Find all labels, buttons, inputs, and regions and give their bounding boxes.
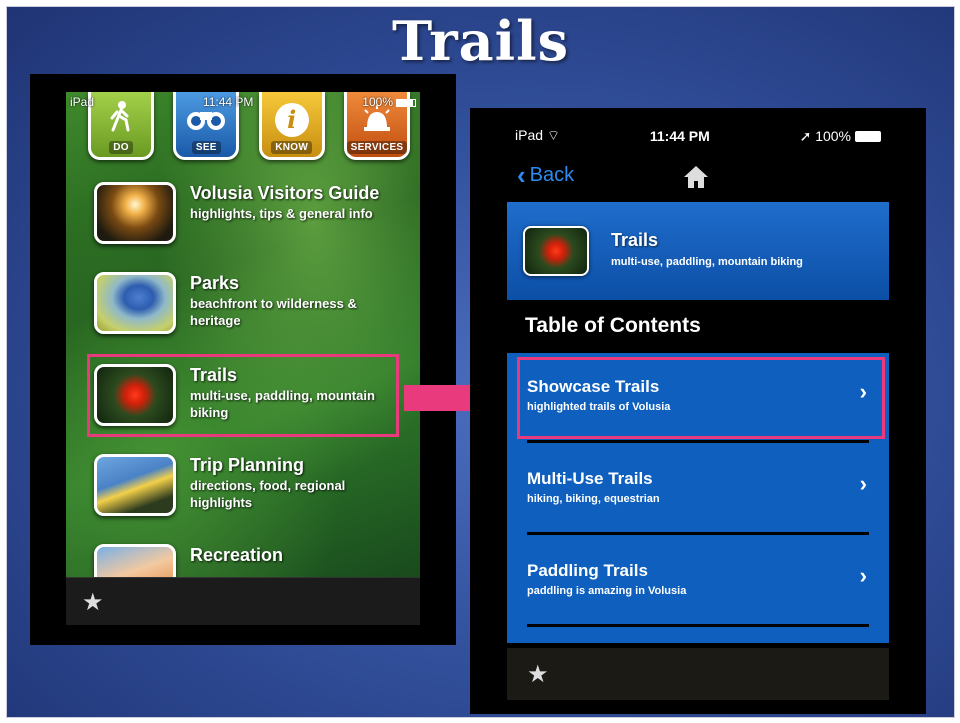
trails-highlight-box bbox=[87, 354, 399, 437]
back-label: Back bbox=[529, 163, 575, 186]
bottom-toolbar: ★ bbox=[66, 577, 420, 625]
favorites-star-icon[interactable]: ★ bbox=[527, 660, 549, 688]
services-label: SERVICES bbox=[346, 141, 408, 154]
showcase-highlight-box bbox=[517, 357, 885, 439]
section-title: Table of Contents bbox=[525, 314, 701, 337]
divider bbox=[527, 440, 869, 443]
left-device-frame: iPad 11:44 PM 100% DO SEE i KNOW SERVICE… bbox=[30, 74, 456, 645]
menu-item-trip-planning[interactable]: Trip Planning directions, food, regional… bbox=[94, 454, 414, 532]
visitors-guide-thumbnail bbox=[94, 182, 176, 244]
right-device-frame: iPad ⌔ 11:44 PM ➚ 100% ‹ Back Trails mul… bbox=[470, 108, 926, 714]
trails-header: Trails multi-use, paddling, mountain bik… bbox=[507, 202, 889, 300]
toc-item-paddling-trails[interactable]: Paddling Trails paddling is amazing in V… bbox=[507, 537, 889, 627]
menu-item-title: Trip Planning bbox=[190, 455, 305, 475]
menu-item-subtitle: beachfront to wilderness & heritage bbox=[190, 296, 357, 328]
battery-status: ➚ 100% bbox=[800, 128, 881, 145]
status-time: 11:44 PM bbox=[202, 95, 254, 109]
menu-item-subtitle: directions, food, regional highlights bbox=[190, 478, 346, 510]
binoculars-icon bbox=[186, 106, 226, 137]
status-bar: iPad 11:44 PM 100% bbox=[70, 94, 416, 110]
header-subtitle: multi-use, paddling, mountain biking bbox=[611, 256, 803, 268]
menu-item-parks[interactable]: Parks beachfront to wilderness & heritag… bbox=[94, 272, 414, 350]
home-icon[interactable] bbox=[683, 164, 709, 190]
wifi-icon: ⌔ bbox=[546, 127, 561, 143]
menu-item-title: Volusia Visitors Guide bbox=[190, 183, 380, 203]
slide-title: Trails bbox=[391, 9, 570, 73]
toc-item-multi-use-trails[interactable]: Multi-Use Trails hiking, biking, equestr… bbox=[507, 445, 889, 535]
favorites-star-icon[interactable]: ★ bbox=[82, 588, 104, 616]
menu-item-visitors-guide[interactable]: Volusia Visitors Guide highlights, tips … bbox=[94, 182, 414, 260]
toc-list: Showcase Trails highlighted trails of Vo… bbox=[507, 353, 889, 643]
carrier-label: iPad bbox=[70, 95, 95, 109]
bottom-toolbar: ★ bbox=[507, 648, 889, 700]
parks-thumbnail bbox=[94, 272, 176, 334]
chevron-right-icon: › bbox=[859, 471, 867, 496]
status-time: 11:44 PM bbox=[649, 128, 710, 144]
carrier-label: iPad ⌔ bbox=[515, 127, 561, 143]
know-label: KNOW bbox=[271, 141, 313, 154]
toc-item-subtitle: hiking, biking, equestrian bbox=[527, 493, 660, 505]
trip-planning-thumbnail bbox=[94, 454, 176, 516]
back-button[interactable]: ‹ Back bbox=[517, 162, 574, 188]
status-bar: iPad ⌔ 11:44 PM ➚ 100% bbox=[515, 126, 881, 146]
chevron-right-icon: › bbox=[859, 563, 867, 588]
toc-item-title: Paddling Trails bbox=[527, 561, 648, 580]
battery-status: 100% bbox=[362, 95, 416, 109]
see-label: SEE bbox=[191, 141, 221, 154]
chevron-left-icon: ‹ bbox=[517, 160, 526, 190]
divider bbox=[527, 624, 869, 627]
battery-icon bbox=[855, 131, 881, 143]
toc-item-subtitle: paddling is amazing in Volusia bbox=[527, 585, 687, 597]
slide: Trails iPad 11:44 PM 100% DO SEE i KNOW … bbox=[6, 6, 955, 718]
menu-item-title: Parks bbox=[190, 273, 240, 293]
navigation-bar: ‹ Back bbox=[507, 162, 889, 194]
do-label: DO bbox=[109, 141, 133, 154]
battery-icon bbox=[396, 98, 416, 107]
divider bbox=[527, 532, 869, 535]
toc-item-title: Multi-Use Trails bbox=[527, 469, 653, 488]
right-screen: iPad ⌔ 11:44 PM ➚ 100% ‹ Back Trails mul… bbox=[507, 122, 889, 700]
menu-item-title: Recreation bbox=[190, 545, 284, 565]
trails-thumbnail bbox=[523, 226, 589, 276]
header-title: Trails bbox=[611, 230, 659, 250]
location-arrow-icon: ➚ bbox=[799, 127, 812, 144]
menu-item-subtitle: highlights, tips & general info bbox=[190, 206, 373, 221]
